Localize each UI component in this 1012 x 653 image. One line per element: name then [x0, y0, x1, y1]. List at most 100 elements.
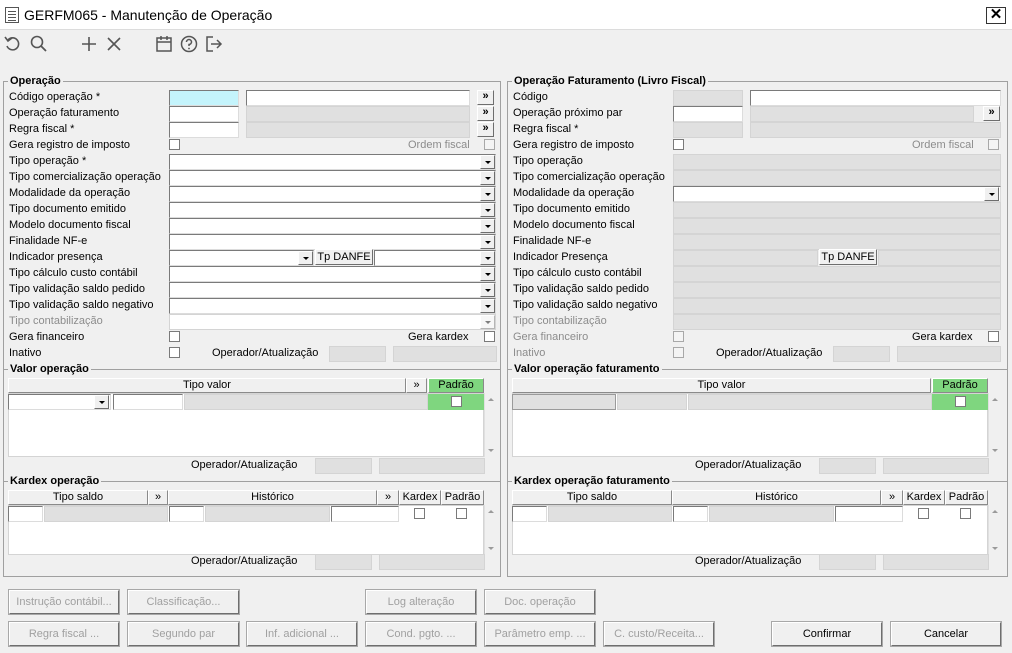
historico-lookup-button[interactable]: »: [377, 490, 399, 505]
kardex-scrollbar[interactable]: [484, 505, 499, 555]
fat-historico-input[interactable]: [673, 506, 708, 522]
operacao-faturamento-input[interactable]: [169, 106, 239, 122]
historico-input[interactable]: [169, 506, 204, 522]
custo-receita-button[interactable]: C. custo/Receita...: [603, 621, 715, 647]
calc-custo-select[interactable]: [169, 266, 496, 282]
chevron-down-icon[interactable]: [480, 283, 495, 297]
close-button[interactable]: ✕: [986, 7, 1006, 24]
fat-ordem-fiscal-checkbox[interactable]: [988, 139, 999, 150]
add-icon[interactable]: [79, 34, 99, 54]
kardex-padrao-checkbox[interactable]: [456, 508, 467, 519]
tipo-saldo-input[interactable]: [8, 506, 43, 522]
historico-extra-input[interactable]: [331, 506, 399, 522]
calendar-icon[interactable]: [154, 34, 174, 54]
chevron-down-icon[interactable]: [480, 171, 495, 185]
inf-adicional-button[interactable]: Inf. adicional ...: [246, 621, 358, 647]
indicador-presenca-select[interactable]: [169, 250, 314, 266]
fat-historico-extra-input[interactable]: [835, 506, 903, 522]
help-icon[interactable]: [179, 34, 199, 54]
val-negativo-select[interactable]: [169, 298, 496, 314]
modalidade-select[interactable]: [169, 186, 496, 202]
chevron-down-icon[interactable]: [480, 315, 495, 329]
fat-kardex-padrao-checkbox[interactable]: [960, 508, 971, 519]
tp-danfe-select[interactable]: [374, 250, 496, 266]
tp-danfe-button[interactable]: Tp DANFE: [315, 249, 373, 265]
fat-kardex-operador-label: Operador/Atualização: [695, 555, 802, 567]
gera-registro-checkbox[interactable]: [169, 139, 180, 150]
chevron-down-icon[interactable]: [480, 155, 495, 169]
gera-kardex-checkbox[interactable]: [484, 331, 495, 342]
doc-operacao-button[interactable]: Doc. operação: [484, 589, 596, 615]
padrao-checkbox[interactable]: [451, 396, 462, 407]
chevron-down-icon[interactable]: [480, 187, 495, 201]
codigo-operacao-desc-field[interactable]: [246, 90, 470, 106]
fat-modalidade-select[interactable]: [673, 186, 1001, 202]
cancelar-button[interactable]: Cancelar: [890, 621, 1002, 647]
codigo-operacao-input[interactable]: [169, 90, 239, 106]
operacao-faturamento-label: Operação faturamento: [9, 107, 120, 119]
tipo-valor-lookup-button[interactable]: »: [406, 378, 427, 393]
cond-pgto-button[interactable]: Cond. pgto. ...: [365, 621, 477, 647]
search-icon[interactable]: [29, 34, 49, 54]
classificacao-button[interactable]: Classificação...: [127, 589, 240, 615]
undo-icon[interactable]: [3, 34, 23, 54]
fat-padrao-checkbox[interactable]: [955, 396, 966, 407]
delete-icon[interactable]: [104, 34, 124, 54]
tipo-valor-desc: [184, 394, 428, 410]
gera-financeiro-checkbox[interactable]: [169, 331, 180, 342]
modelo-documento-select[interactable]: [169, 218, 496, 234]
fat-valor-scrollbar[interactable]: [988, 393, 1003, 457]
finalidade-select[interactable]: [169, 234, 496, 250]
fat-gera-registro-checkbox[interactable]: [673, 139, 684, 150]
fat-tp-danfe-button[interactable]: Tp DANFE: [819, 249, 877, 265]
inativo-checkbox[interactable]: [169, 347, 180, 358]
fat-finalidade-field: [673, 234, 1001, 250]
fat-indicador-field: [673, 250, 818, 266]
fat-gera-financeiro-checkbox[interactable]: [673, 331, 684, 342]
fat-historico-lookup-button[interactable]: »: [881, 490, 903, 505]
parametro-emp-button[interactable]: Parâmetro emp. ...: [484, 621, 596, 647]
fat-tipo-saldo-input[interactable]: [512, 506, 547, 522]
regra-lookup-button[interactable]: »: [477, 122, 494, 137]
chevron-down-icon[interactable]: [480, 299, 495, 313]
fat-kardex-scrollbar[interactable]: [988, 505, 1003, 555]
confirmar-button[interactable]: Confirmar: [771, 621, 883, 647]
segundo-par-button[interactable]: Segundo par: [127, 621, 240, 647]
op-fat-lookup-button[interactable]: »: [477, 106, 494, 121]
contabilizacao-select[interactable]: [169, 314, 496, 330]
tipo-operacao-select[interactable]: [169, 154, 496, 170]
regra-fiscal-button[interactable]: Regra fiscal ...: [8, 621, 120, 647]
chevron-down-icon[interactable]: [480, 219, 495, 233]
chevron-down-icon[interactable]: [480, 251, 495, 265]
instrucao-contabil-button[interactable]: Instrução contábil...: [8, 589, 120, 615]
chevron-down-icon[interactable]: [94, 395, 109, 409]
chevron-down-icon[interactable]: [984, 187, 999, 201]
tipo-valor-code-input[interactable]: [113, 394, 183, 410]
tipo-comercializacao-select[interactable]: [169, 170, 496, 186]
regra-fiscal-input[interactable]: [169, 122, 239, 138]
valor-faturamento-title: Valor operação faturamento: [512, 363, 662, 376]
val-pedido-select[interactable]: [169, 282, 496, 298]
chevron-down-icon[interactable]: [480, 267, 495, 281]
kardex-checkbox[interactable]: [414, 508, 425, 519]
fat-inativo-checkbox[interactable]: [673, 347, 684, 358]
chevron-down-icon[interactable]: [298, 251, 313, 265]
tipo-saldo-lookup-button[interactable]: »: [148, 490, 168, 505]
fat-gera-kardex-checkbox[interactable]: [988, 331, 999, 342]
exit-icon[interactable]: [204, 34, 224, 54]
tipo-saldo-desc: [44, 506, 168, 522]
tipo-documento-select[interactable]: [169, 202, 496, 218]
chevron-down-icon[interactable]: [480, 235, 495, 249]
log-alteracao-button[interactable]: Log alteração: [365, 589, 477, 615]
fat-codigo-desc[interactable]: [750, 90, 1001, 106]
fat-contabilizacao-field: [673, 314, 1001, 330]
ordem-fiscal-checkbox[interactable]: [484, 139, 495, 150]
fat-regra-label: Regra fiscal *: [513, 123, 579, 135]
valor-scrollbar[interactable]: [484, 393, 499, 457]
codigo-lookup-button[interactable]: »: [477, 90, 494, 105]
proximo-par-lookup-button[interactable]: »: [983, 106, 1000, 121]
proximo-par-input[interactable]: [673, 106, 743, 122]
fat-kardex-checkbox[interactable]: [918, 508, 929, 519]
fat-val-pedido-label: Tipo validação saldo pedido: [513, 283, 649, 295]
chevron-down-icon[interactable]: [480, 203, 495, 217]
